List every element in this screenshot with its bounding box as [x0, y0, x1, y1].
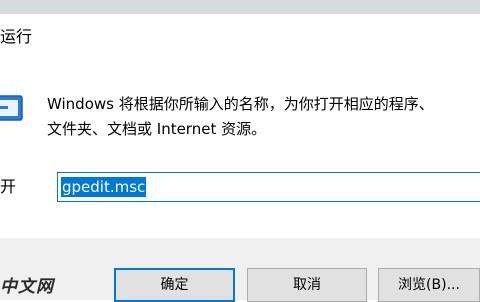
run-icon: [0, 95, 23, 121]
open-label: 开: [0, 177, 17, 196]
window-title: 运行: [0, 27, 33, 46]
ok-button[interactable]: 确定: [114, 268, 235, 302]
description-line-1: Windows 将根据你所输入的名称，为你打开相应的程序、: [47, 95, 434, 113]
title-bar[interactable]: [0, 14, 480, 60]
window-top-strip: [0, 0, 480, 14]
dialog-body: [0, 60, 480, 238]
description-line-2: 文件夹、文档或 Internet 资源。: [47, 120, 267, 138]
dialog-description: Windows 将根据你所输入的名称，为你打开相应的程序、 文件夹、文档或 In…: [47, 92, 477, 142]
browse-button[interactable]: 浏览(B)...: [378, 268, 480, 302]
watermark-logo: 中文网: [0, 277, 54, 297]
cancel-button[interactable]: 取消: [247, 268, 367, 302]
open-combobox[interactable]: gpedit.msc: [57, 172, 480, 202]
open-input-value[interactable]: gpedit.msc: [61, 177, 147, 197]
